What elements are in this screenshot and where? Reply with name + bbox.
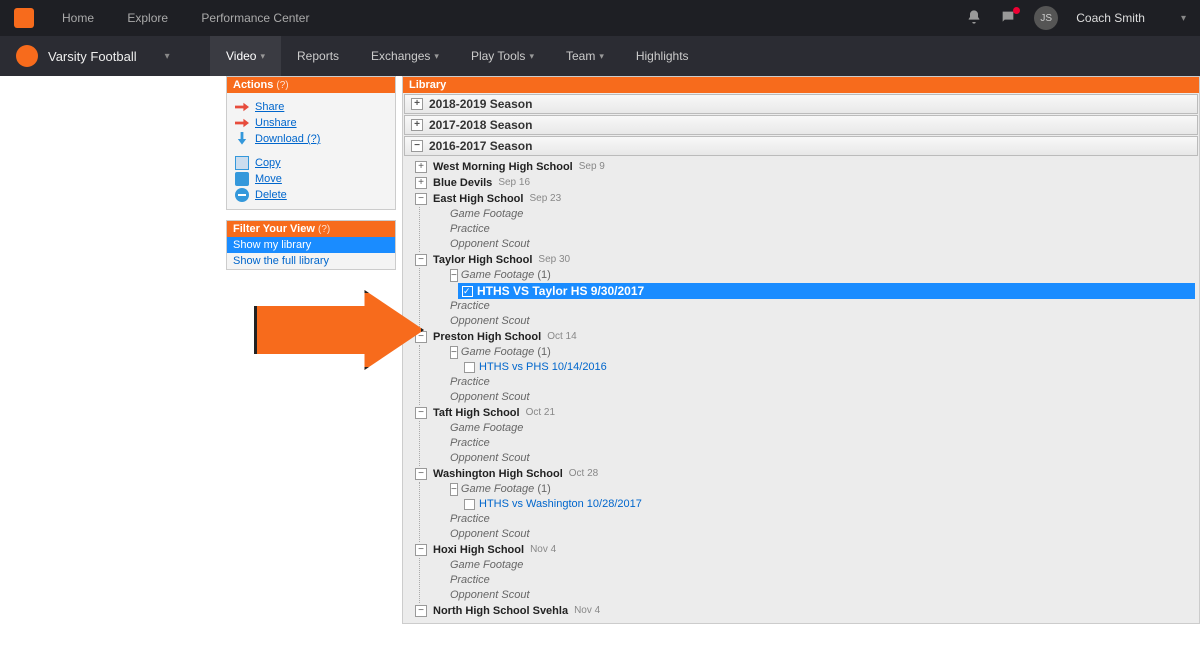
opponent-row[interactable]: +Blue Devils Sep 16 bbox=[411, 175, 1199, 191]
nav-home[interactable]: Home bbox=[62, 11, 94, 25]
team-chevron-icon[interactable]: ▾ bbox=[165, 51, 170, 62]
action-delete[interactable]: Delete bbox=[255, 189, 287, 201]
season-row[interactable]: −2016-2017 Season bbox=[404, 136, 1198, 156]
opponent-row[interactable]: −Hoxi High School Nov 4 bbox=[411, 542, 1199, 558]
category-row[interactable]: Opponent Scout bbox=[428, 390, 1199, 405]
copy-icon bbox=[235, 156, 249, 170]
move-icon bbox=[235, 172, 249, 186]
library-panel: Library +2018-2019 Season+2017-2018 Seas… bbox=[402, 76, 1200, 624]
opponent-row[interactable]: −Taylor High School Sep 30 bbox=[411, 252, 1199, 268]
opponent-row[interactable]: −Taft High School Oct 21 bbox=[411, 405, 1199, 421]
collapse-icon[interactable]: − bbox=[450, 483, 458, 496]
chevron-down-icon: ▾ bbox=[529, 51, 534, 62]
video-row[interactable]: HTHS vs PHS 10/14/2016 bbox=[428, 360, 1199, 375]
chevron-down-icon: ▾ bbox=[599, 51, 604, 62]
collapse-icon[interactable]: − bbox=[415, 544, 427, 556]
actions-header: Actions (?) bbox=[227, 77, 395, 93]
category-row[interactable]: Opponent Scout bbox=[428, 527, 1199, 542]
filter-panel: Filter Your View (?) Show my libraryShow… bbox=[226, 220, 396, 270]
action-copy[interactable]: Copy bbox=[255, 157, 281, 169]
tab-play-tools[interactable]: Play Tools▾ bbox=[455, 36, 550, 76]
action-share[interactable]: Share bbox=[255, 101, 284, 113]
checkbox-icon[interactable] bbox=[464, 499, 475, 510]
top-nav-bar: Home Explore Performance Center JS Coach… bbox=[0, 0, 1200, 36]
filter-option[interactable]: Show my library bbox=[227, 237, 395, 253]
season-row[interactable]: +2017-2018 Season bbox=[404, 115, 1198, 135]
context-nav-bar: Varsity Football ▾ Video▾ReportsExchange… bbox=[0, 36, 1200, 76]
category-row[interactable]: Game Footage bbox=[428, 207, 1199, 222]
season-row[interactable]: +2018-2019 Season bbox=[404, 94, 1198, 114]
collapse-icon[interactable]: − bbox=[411, 140, 423, 152]
user-name: Coach Smith bbox=[1076, 11, 1145, 25]
category-row[interactable]: Opponent Scout bbox=[428, 314, 1199, 329]
category-row[interactable]: Game Footage bbox=[428, 421, 1199, 436]
action-unshare[interactable]: Unshare bbox=[255, 117, 297, 129]
context-tabs: Video▾ReportsExchanges▾Play Tools▾Team▾H… bbox=[210, 36, 705, 76]
filter-header: Filter Your View (?) bbox=[227, 221, 395, 237]
collapse-icon[interactable]: − bbox=[415, 605, 427, 617]
expand-icon[interactable]: + bbox=[411, 119, 423, 131]
video-row-selected[interactable]: HTHS VS Taylor HS 9/30/2017 bbox=[458, 283, 1195, 299]
category-row[interactable]: − Game Footage (1) bbox=[428, 268, 1199, 283]
collapse-icon[interactable]: − bbox=[415, 193, 427, 205]
nav-performance-center[interactable]: Performance Center bbox=[201, 11, 309, 25]
filter-option[interactable]: Show the full library bbox=[227, 253, 395, 269]
opponent-row[interactable]: −North High School Svehla Nov 4 bbox=[411, 603, 1199, 619]
share-icon bbox=[235, 116, 249, 130]
category-row[interactable]: Opponent Scout bbox=[428, 588, 1199, 603]
nav-explore[interactable]: Explore bbox=[127, 11, 168, 25]
download-icon bbox=[235, 132, 249, 146]
delete-icon bbox=[235, 188, 249, 202]
checkbox-checked-icon[interactable] bbox=[462, 286, 473, 297]
tab-reports[interactable]: Reports bbox=[281, 36, 355, 76]
notifications-icon[interactable] bbox=[966, 9, 982, 28]
team-name: Varsity Football bbox=[48, 49, 137, 64]
messages-icon[interactable] bbox=[1000, 9, 1016, 28]
opponent-row[interactable]: −East High School Sep 23 bbox=[411, 191, 1199, 207]
tab-highlights[interactable]: Highlights bbox=[620, 36, 705, 76]
unread-badge bbox=[1013, 7, 1020, 14]
action-move[interactable]: Move bbox=[255, 173, 282, 185]
expand-icon[interactable]: + bbox=[415, 161, 427, 173]
tab-exchanges[interactable]: Exchanges▾ bbox=[355, 36, 455, 76]
category-row[interactable]: − Game Footage (1) bbox=[428, 482, 1199, 497]
category-row[interactable]: Game Footage bbox=[428, 558, 1199, 573]
user-avatar[interactable]: JS bbox=[1034, 6, 1058, 30]
opponent-row[interactable]: −Preston High School Oct 14 bbox=[411, 329, 1199, 345]
checkbox-icon[interactable] bbox=[464, 362, 475, 373]
share-icon bbox=[235, 100, 249, 114]
library-header: Library bbox=[403, 77, 1199, 93]
chevron-down-icon: ▾ bbox=[260, 51, 265, 62]
collapse-icon[interactable]: − bbox=[415, 331, 427, 343]
collapse-icon[interactable]: − bbox=[415, 468, 427, 480]
opponent-row[interactable]: +West Morning High School Sep 9 bbox=[411, 159, 1199, 175]
tab-video[interactable]: Video▾ bbox=[210, 36, 281, 76]
collapse-icon[interactable]: − bbox=[415, 254, 427, 266]
actions-panel: Actions (?) Share Unshare Download (?) Copy… bbox=[226, 76, 396, 210]
category-row[interactable]: Practice bbox=[428, 512, 1199, 527]
expand-icon[interactable]: + bbox=[411, 98, 423, 110]
top-nav-links: Home Explore Performance Center bbox=[62, 11, 339, 25]
category-row[interactable]: Practice bbox=[428, 436, 1199, 451]
category-row[interactable]: − Game Footage (1) bbox=[428, 345, 1199, 360]
category-row[interactable]: Practice bbox=[428, 573, 1199, 588]
video-row[interactable]: HTHS vs Washington 10/28/2017 bbox=[428, 497, 1199, 512]
collapse-icon[interactable]: − bbox=[450, 346, 458, 359]
collapse-icon[interactable]: − bbox=[415, 407, 427, 419]
category-row[interactable]: Practice bbox=[428, 299, 1199, 314]
tab-team[interactable]: Team▾ bbox=[550, 36, 620, 76]
category-row[interactable]: Opponent Scout bbox=[428, 237, 1199, 252]
user-menu-chevron-icon[interactable]: ▾ bbox=[1181, 13, 1186, 24]
brand-logo-icon[interactable] bbox=[14, 8, 34, 28]
team-selector[interactable]: Varsity Football ▾ bbox=[0, 45, 210, 67]
team-logo-icon bbox=[16, 45, 38, 67]
expand-icon[interactable]: + bbox=[415, 177, 427, 189]
category-row[interactable]: Practice bbox=[428, 375, 1199, 390]
opponent-row[interactable]: −Washington High School Oct 28 bbox=[411, 466, 1199, 482]
chevron-down-icon: ▾ bbox=[434, 51, 439, 62]
collapse-icon[interactable]: − bbox=[450, 269, 458, 282]
action-download[interactable]: Download (?) bbox=[255, 133, 320, 145]
category-row[interactable]: Practice bbox=[428, 222, 1199, 237]
category-row[interactable]: Opponent Scout bbox=[428, 451, 1199, 466]
